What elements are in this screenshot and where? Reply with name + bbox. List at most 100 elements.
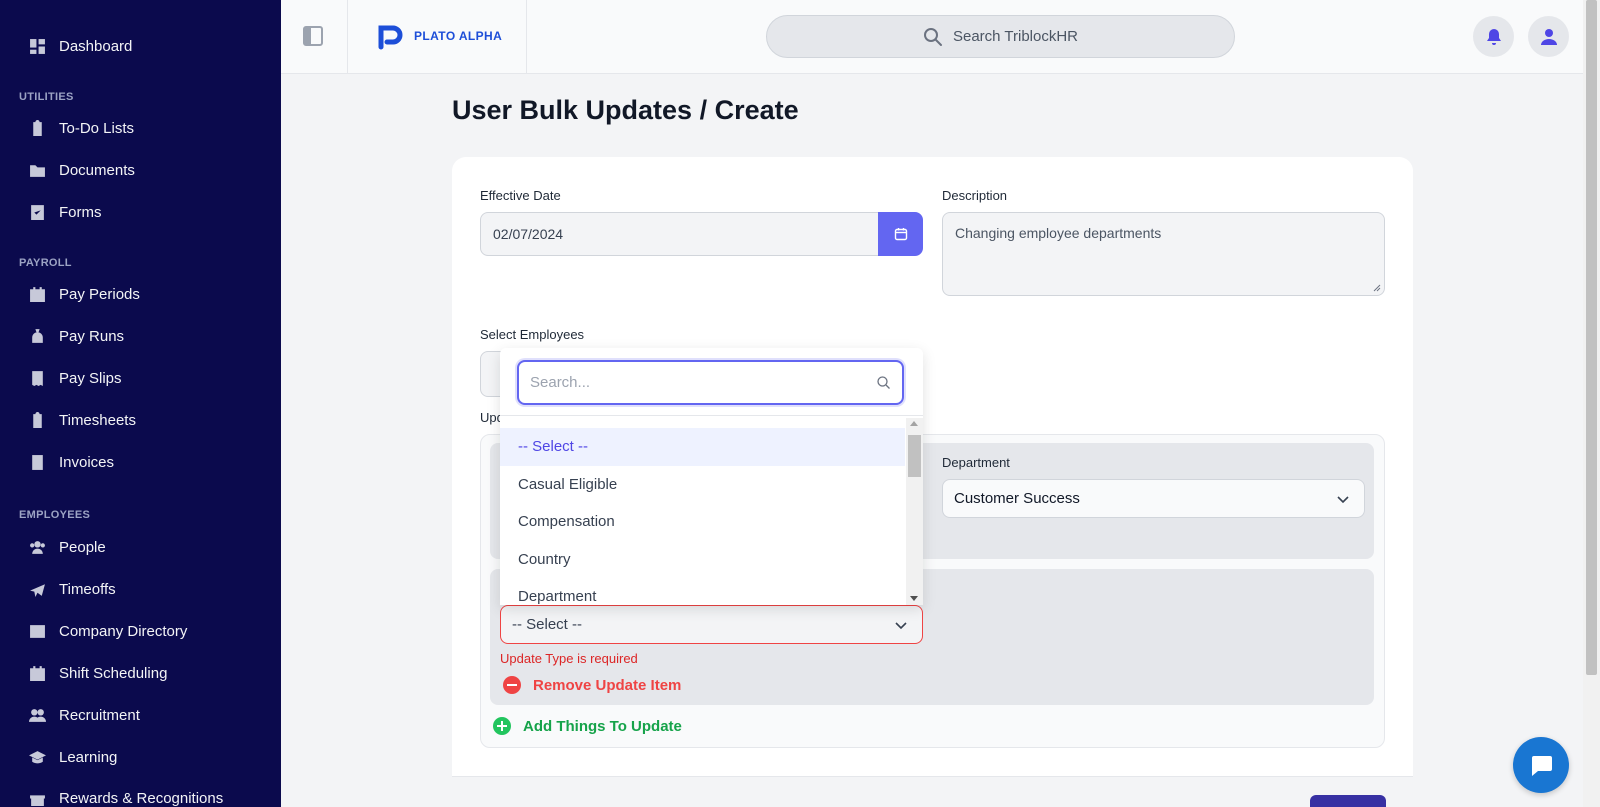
description-textarea[interactable]: Changing employee departments <box>942 212 1385 296</box>
sidebar-item-timeoffs[interactable]: Timeoffs <box>28 577 116 601</box>
sidebar-item-label: Company Directory <box>59 622 188 640</box>
logo[interactable]: PLATO ALPHA <box>376 20 502 52</box>
sidebar-item-label: Forms <box>59 203 102 221</box>
sidebar-item-timesheets[interactable]: Timesheets <box>28 408 136 432</box>
update-type-error: Update Type is required <box>500 651 638 666</box>
scroll-up-icon[interactable] <box>910 421 918 426</box>
section-label-utilities: UTILITIES <box>19 91 74 103</box>
remove-update-item-label: Remove Update Item <box>533 676 682 694</box>
dropdown-option[interactable]: -- Select -- <box>500 428 905 466</box>
plane-icon <box>28 580 46 598</box>
dropdown-divider <box>500 415 923 416</box>
sidebar-item-learning[interactable]: Learning <box>28 745 117 769</box>
people-icon <box>28 538 46 556</box>
scroll-down-icon[interactable] <box>910 596 918 601</box>
sidebar-item-shift-scheduling[interactable]: Shift Scheduling <box>28 661 167 685</box>
add-update-item-label: Add Things To Update <box>523 717 682 735</box>
chevron-down-icon <box>895 622 907 630</box>
dropdown-option[interactable]: Casual Eligible <box>500 466 905 504</box>
calendar-icon <box>28 285 46 303</box>
sidebar-item-dashboard[interactable]: Dashboard <box>28 34 132 58</box>
sidebar-item-rewards[interactable]: Rewards & Recognitions <box>28 786 223 807</box>
dashboard-icon <box>28 37 46 55</box>
sidebar-item-invoices[interactable]: Invoices <box>28 450 114 474</box>
sidebar-item-forms[interactable]: Forms <box>28 200 102 224</box>
dropdown-scrollbar-thumb[interactable] <box>908 435 921 477</box>
header-divider <box>347 0 348 74</box>
logo-text: PLATO ALPHA <box>414 29 503 43</box>
sidebar-item-label: Pay Slips <box>59 369 122 387</box>
effective-date-label: Effective Date <box>480 188 561 203</box>
sidebar-item-label: Dashboard <box>59 37 133 55</box>
sidebar-item-pay-periods[interactable]: Pay Periods <box>28 282 140 306</box>
user-icon <box>1540 28 1557 45</box>
dropdown-option[interactable]: Country <box>500 541 905 579</box>
page-scrollbar[interactable] <box>1583 0 1600 807</box>
dropdown-search-input[interactable]: Search... <box>517 360 904 405</box>
sidebar-item-pay-slips[interactable]: Pay Slips <box>28 366 122 390</box>
top-header: PLATO ALPHA Search TriblockHR <box>281 0 1583 74</box>
user-group-icon <box>28 706 46 724</box>
dropdown-scrollbar[interactable] <box>906 418 923 605</box>
sidebar-item-label: Recruitment <box>59 706 140 724</box>
checklist-icon <box>28 203 46 221</box>
description-value: Changing employee departments <box>955 225 1162 241</box>
scrollbar-thumb[interactable] <box>1586 0 1597 675</box>
calendar-grid-icon <box>28 664 46 682</box>
sidebar-item-label: People <box>59 538 106 556</box>
header-divider <box>526 0 527 74</box>
dropdown-options: -- Select -- Casual Eligible Compensatio… <box>500 428 905 605</box>
plus-circle-icon <box>493 717 511 735</box>
sidebar-item-recruitment[interactable]: Recruitment <box>28 703 140 727</box>
update-type-select[interactable]: -- Select -- <box>500 605 923 644</box>
sidebar-item-label: To-Do Lists <box>59 119 135 137</box>
sidebar-item-label: Learning <box>59 748 118 766</box>
search-placeholder: Search TriblockHR <box>952 28 1079 45</box>
sidebar-item-label: Timeoffs <box>59 580 116 598</box>
chat-widget-button[interactable] <box>1513 737 1569 793</box>
dropdown-option[interactable]: Compensation <box>500 503 905 541</box>
minus-circle-icon <box>503 676 521 694</box>
section-label-payroll: PAYROLL <box>19 257 72 269</box>
bell-icon <box>1486 28 1501 45</box>
calendar-icon <box>894 228 907 241</box>
sidebar-item-people[interactable]: People <box>28 535 106 559</box>
chat-bubble-icon <box>1532 756 1552 776</box>
folder-icon <box>28 161 46 179</box>
sidebar-item-label: Invoices <box>59 453 115 471</box>
department-select[interactable]: Customer Success <box>942 479 1365 518</box>
dropdown-option[interactable]: Department <box>500 578 905 605</box>
gift-icon <box>28 789 46 807</box>
submit-button[interactable] <box>1310 795 1386 807</box>
description-label: Description <box>942 188 1008 203</box>
clipboard-icon <box>28 119 46 137</box>
sidebar-item-company-directory[interactable]: Company Directory <box>28 619 187 643</box>
resize-handle-icon[interactable] <box>1373 284 1381 292</box>
sidebar-toggle-icon[interactable] <box>303 26 323 46</box>
add-update-item-button[interactable]: Add Things To Update <box>493 717 682 735</box>
search-icon <box>923 27 942 46</box>
sidebar-item-label: Documents <box>59 161 135 179</box>
page-title: User Bulk Updates / Create <box>452 95 799 125</box>
effective-date-input[interactable]: 02/07/2024 <box>480 212 879 256</box>
update-type-value: -- Select -- <box>512 616 583 633</box>
department-label: Department <box>942 455 1010 470</box>
date-picker-button[interactable] <box>878 212 923 256</box>
sidebar: Dashboard UTILITIES To-Do Lists Document… <box>0 0 281 807</box>
global-search-input[interactable]: Search TriblockHR <box>766 15 1235 58</box>
remove-update-item-button[interactable]: Remove Update Item <box>503 676 681 694</box>
sidebar-item-label: Shift Scheduling <box>59 664 168 682</box>
invoice-icon <box>28 453 46 471</box>
notifications-button[interactable] <box>1473 16 1514 57</box>
chevron-down-icon <box>1337 496 1349 504</box>
receipt-icon <box>28 369 46 387</box>
sidebar-item-todo-lists[interactable]: To-Do Lists <box>28 116 134 140</box>
user-avatar-button[interactable] <box>1528 16 1569 57</box>
graduation-cap-icon <box>28 748 46 766</box>
logo-mark-icon <box>378 25 403 50</box>
sidebar-item-label: Pay Periods <box>59 285 140 303</box>
form-footer <box>452 776 1413 807</box>
sidebar-item-label: Pay Runs <box>59 327 125 345</box>
sidebar-item-documents[interactable]: Documents <box>28 158 135 182</box>
sidebar-item-pay-runs[interactable]: Pay Runs <box>28 324 124 348</box>
